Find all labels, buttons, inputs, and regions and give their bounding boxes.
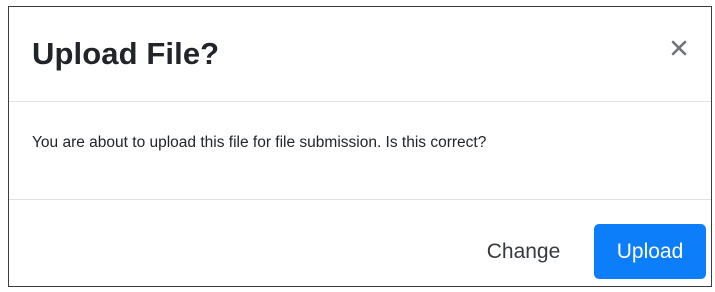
upload-file-dialog: Upload File? You are about to upload thi…: [8, 6, 712, 287]
dialog-title: Upload File?: [32, 36, 220, 71]
dialog-header: Upload File?: [9, 7, 711, 102]
close-button[interactable]: [665, 34, 693, 62]
change-button[interactable]: Change: [476, 226, 571, 278]
dialog-message: You are about to upload this file for fi…: [32, 134, 487, 151]
dialog-footer: Change Upload: [9, 200, 711, 286]
close-icon: [665, 34, 693, 62]
dialog-body: You are about to upload this file for fi…: [9, 102, 711, 200]
upload-button[interactable]: Upload: [594, 224, 706, 279]
